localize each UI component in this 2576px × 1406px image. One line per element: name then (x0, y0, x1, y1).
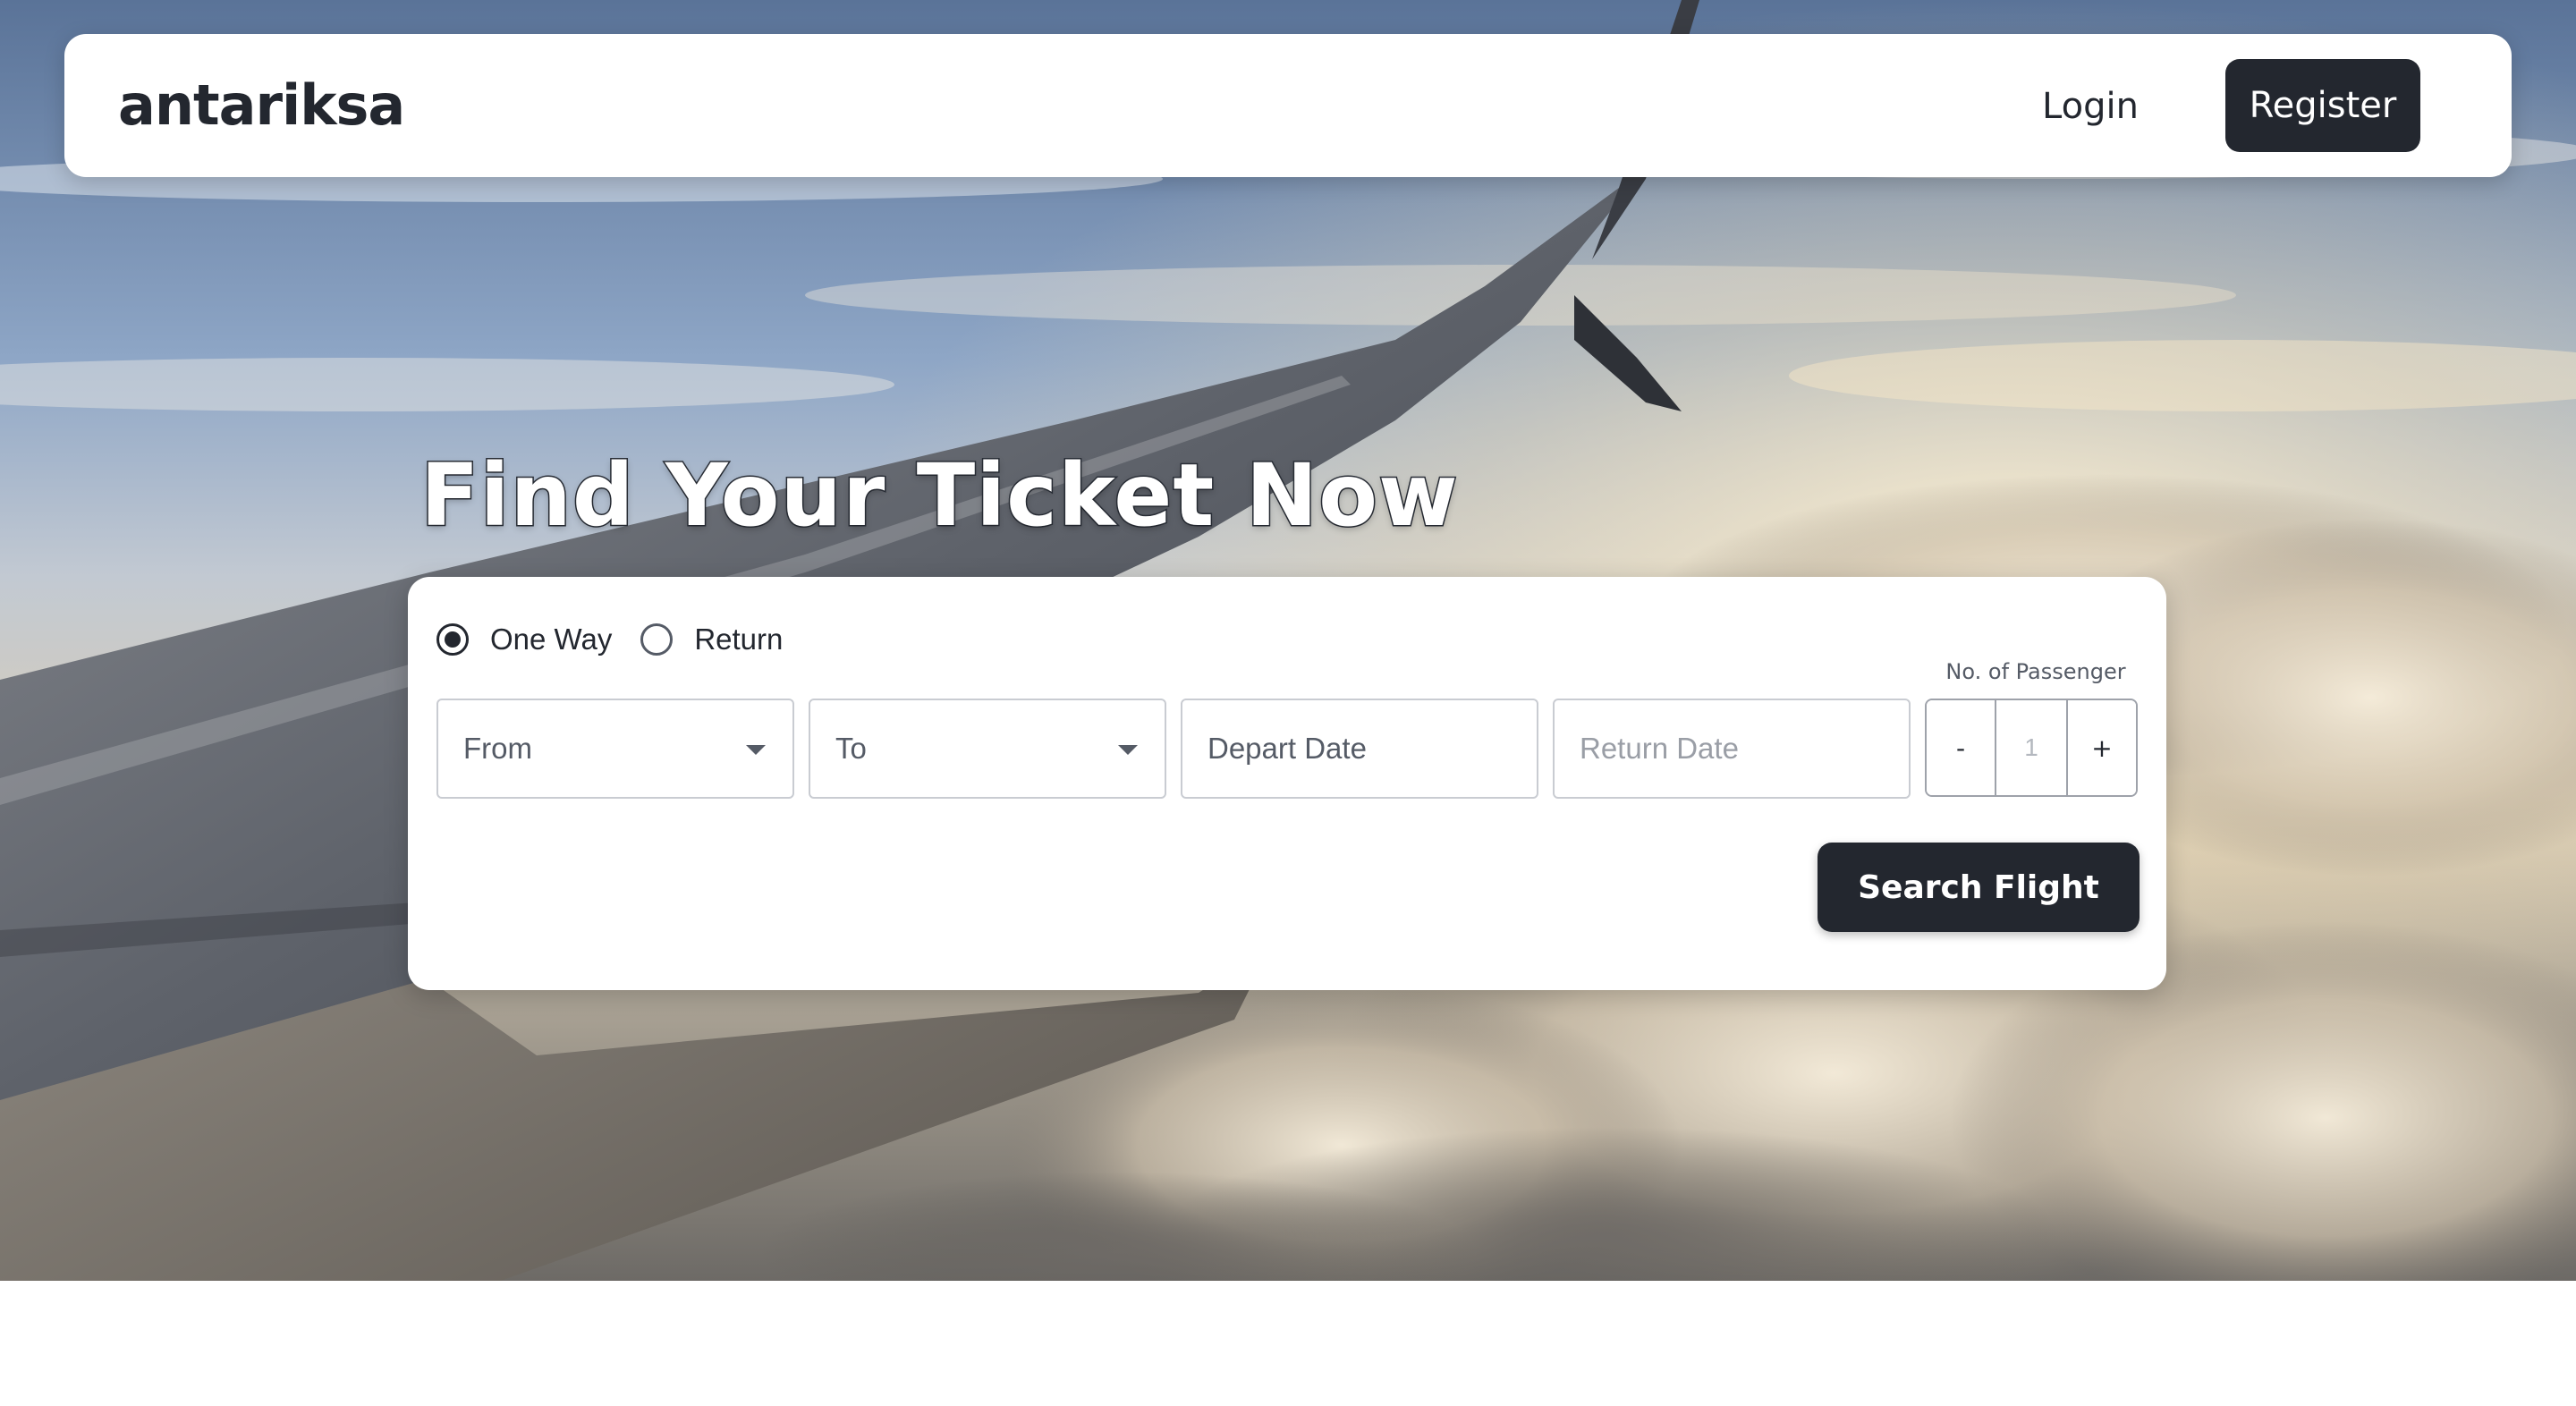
trip-type-return[interactable]: Return (640, 623, 783, 656)
to-placeholder: To (835, 732, 867, 765)
trip-type-selector: One Way Return (436, 613, 811, 666)
return-date-input[interactable]: Return Date (1553, 699, 1911, 799)
to-select[interactable]: To (809, 699, 1166, 799)
passenger-stepper: - 1 + (1925, 699, 2138, 797)
chevron-down-icon (1118, 745, 1138, 755)
from-placeholder: From (463, 732, 532, 765)
from-select[interactable]: From (436, 699, 794, 799)
decrement-passenger-button[interactable]: - (1927, 700, 1996, 795)
trip-type-return-label[interactable]: Return (694, 623, 783, 656)
login-button[interactable]: Login (2014, 70, 2166, 141)
chevron-down-icon (746, 745, 766, 755)
passenger-count-value[interactable]: 1 (1996, 700, 2066, 795)
radio-checked-icon[interactable] (436, 623, 469, 656)
increment-passenger-button[interactable]: + (2066, 700, 2136, 795)
brand-logo[interactable]: antariksa (118, 34, 405, 177)
depart-date-placeholder: Depart Date (1208, 732, 1367, 765)
radio-unchecked-icon[interactable] (640, 623, 674, 656)
flight-search-card: One Way Return No. of Passenger From To … (408, 577, 2166, 990)
top-navbar: antariksa Login Register (64, 34, 2512, 177)
hero-headline: Find Your Ticket Now (419, 445, 1460, 547)
return-date-placeholder: Return Date (1580, 732, 1739, 765)
passenger-count-label: No. of Passenger (1945, 659, 2126, 684)
trip-type-one-way-label[interactable]: One Way (490, 623, 612, 656)
page: antariksa Login Register Find Your Ticke… (0, 0, 2576, 1406)
depart-date-input[interactable]: Depart Date (1181, 699, 1538, 799)
search-flight-button[interactable]: Search Flight (1818, 843, 2140, 932)
register-button[interactable]: Register (2225, 59, 2420, 152)
trip-type-one-way[interactable]: One Way (436, 623, 612, 656)
